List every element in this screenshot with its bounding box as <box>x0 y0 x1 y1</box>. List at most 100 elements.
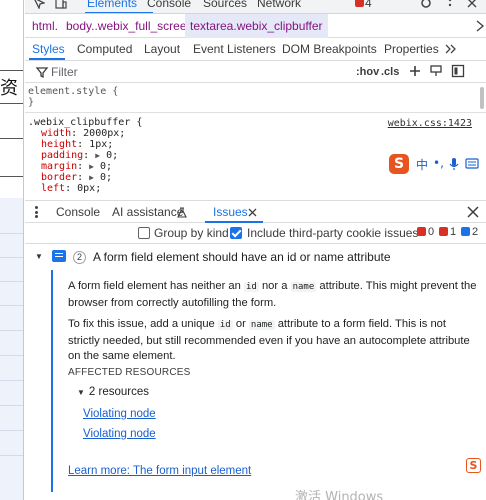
keyboard-icon[interactable] <box>465 158 479 170</box>
declaration[interactable]: left: 0px; <box>41 183 101 194</box>
computed-sidebar-icon[interactable] <box>451 64 465 78</box>
new-rule-icon[interactable] <box>408 64 422 78</box>
element-style-selector[interactable]: element.style { <box>28 86 118 97</box>
windows-activation-watermark: 激活 Windows <box>295 490 384 500</box>
issue-fix-description: To fix this issue, add a unique id or na… <box>68 318 470 362</box>
tab-console[interactable]: Console <box>147 0 191 10</box>
property-value[interactable]: 0; <box>106 150 118 161</box>
tab-styles[interactable]: Styles <box>32 38 65 60</box>
experiment-flask-icon <box>177 207 187 218</box>
property-name[interactable]: left <box>41 183 65 194</box>
divider <box>0 380 23 381</box>
close-drawer-icon[interactable] <box>467 206 479 218</box>
property-name[interactable]: width <box>41 128 71 139</box>
settings-icon[interactable] <box>419 0 433 10</box>
warning-count-badge: 1 <box>439 226 456 238</box>
expand-triangle-icon[interactable]: ▶ <box>95 151 100 160</box>
learn-more-link[interactable]: Learn more: The form input element <box>68 465 251 477</box>
declaration[interactable]: height: 1px; <box>41 139 113 150</box>
group-by-kind-checkbox[interactable] <box>138 227 150 239</box>
drawer-tab-bar: Console AI assistance Issues <box>25 200 486 223</box>
declaration[interactable]: width: 2000px; <box>41 128 125 139</box>
collapse-triangle-icon: ▼ <box>77 388 85 397</box>
issue-header[interactable]: ▼ 2 A form field element should have an … <box>25 246 486 268</box>
divider <box>0 405 23 406</box>
error-badge[interactable]: 4 <box>355 0 372 10</box>
property-name[interactable]: margin <box>41 161 77 172</box>
tab-layout[interactable]: Layout <box>144 38 180 60</box>
divider <box>0 430 23 431</box>
tab-indicator <box>29 58 65 60</box>
close-icon[interactable] <box>465 0 479 10</box>
sogou-floating-icon[interactable]: S <box>466 458 481 473</box>
property-value[interactable]: 2000px; <box>83 128 125 139</box>
ime-language-toggle[interactable]: 中 <box>416 156 428 173</box>
tab-event-listeners[interactable]: Event Listeners <box>193 38 276 60</box>
declaration[interactable]: padding: ▶ 0; <box>41 150 118 161</box>
divider <box>0 281 23 282</box>
divider <box>0 70 23 71</box>
tab-network[interactable]: Network <box>257 0 301 10</box>
breadcrumb-body[interactable]: body..webix_full_screen <box>61 14 198 38</box>
declaration[interactable]: border: ▶ 0; <box>41 172 112 183</box>
divider <box>0 233 23 234</box>
tab-dom-breakpoints[interactable]: DOM Breakpoints <box>282 38 377 60</box>
more-tabs-icon[interactable] <box>445 43 457 55</box>
violating-node-link[interactable]: Violating node <box>83 428 156 440</box>
main-tab-bar: Elements Console Sources Network 4 <box>25 0 486 14</box>
error-count-badge: 0 <box>417 226 434 238</box>
third-party-cookie-label: Include third-party cookie issues <box>247 226 419 240</box>
ime-punctuation-toggle[interactable]: •, <box>433 156 444 170</box>
violating-node-link[interactable]: Violating node <box>83 408 156 420</box>
property-name[interactable]: padding <box>41 150 83 161</box>
collapse-triangle-icon[interactable]: ▼ <box>35 252 43 261</box>
property-value[interactable]: 0; <box>100 172 112 183</box>
close-tab-icon[interactable] <box>248 208 257 217</box>
property-name[interactable]: height <box>41 139 77 150</box>
sogou-logo[interactable]: S <box>389 154 409 174</box>
breadcrumb: html. body..webix_full_screen textarea.w… <box>25 14 486 38</box>
source-link[interactable]: webix.css:1423 <box>388 118 472 129</box>
class-toggle-button[interactable]: .cls <box>381 64 399 80</box>
element-style-close: } <box>28 97 35 108</box>
scrollbar[interactable] <box>480 87 484 109</box>
microphone-icon[interactable] <box>449 157 459 171</box>
expand-triangle-icon[interactable]: ▶ <box>89 173 94 182</box>
divider <box>0 330 23 331</box>
devtools-panel: Elements Console Sources Network 4 html.… <box>25 0 486 500</box>
divider <box>0 103 23 104</box>
divider <box>0 138 23 139</box>
property-value[interactable]: 1px; <box>89 139 113 150</box>
tab-issues[interactable]: Issues <box>213 201 248 223</box>
page-content-strip: 资 <box>0 0 24 500</box>
divider <box>0 176 23 177</box>
tab-properties[interactable]: Properties <box>384 38 439 60</box>
third-party-cookie-checkbox[interactable] <box>230 227 242 239</box>
property-name[interactable]: border <box>41 172 77 183</box>
rule-selector[interactable]: .webix_clipbuffer { <box>28 117 142 128</box>
issue-title[interactable]: A form field element should have an id o… <box>93 250 391 264</box>
breadcrumb-textarea[interactable]: textarea.webix_clipbuffer <box>185 14 328 38</box>
expand-triangle-icon[interactable]: ▶ <box>89 162 94 171</box>
declaration[interactable]: margin: ▶ 0; <box>41 161 112 172</box>
info-count-badge: 2 <box>461 226 478 238</box>
breadcrumb-html[interactable]: html. <box>27 14 63 38</box>
drawer-menu-icon[interactable] <box>35 206 39 218</box>
tab-elements[interactable]: Elements <box>87 0 137 10</box>
resources-toggle[interactable]: ▼ 2 resources <box>77 386 149 398</box>
more-options-icon[interactable] <box>443 0 457 10</box>
property-value[interactable]: 0px; <box>77 183 101 194</box>
tab-computed[interactable]: Computed <box>77 38 132 60</box>
info-icon <box>461 227 470 236</box>
inspect-icon[interactable] <box>33 0 45 9</box>
tab-console[interactable]: Console <box>56 201 100 223</box>
element-state-icon[interactable] <box>429 64 443 78</box>
hover-state-button[interactable]: :hov <box>356 64 379 80</box>
filter-input[interactable] <box>51 63 341 81</box>
tab-ai-assistance[interactable]: AI assistance <box>112 201 183 223</box>
device-toggle-icon[interactable] <box>55 0 67 9</box>
chevron-right-icon[interactable] <box>475 20 485 32</box>
tab-sources[interactable]: Sources <box>203 0 247 10</box>
styles-tab-bar: Styles Computed Layout Event Listeners D… <box>25 38 486 61</box>
property-value[interactable]: 0; <box>100 161 112 172</box>
